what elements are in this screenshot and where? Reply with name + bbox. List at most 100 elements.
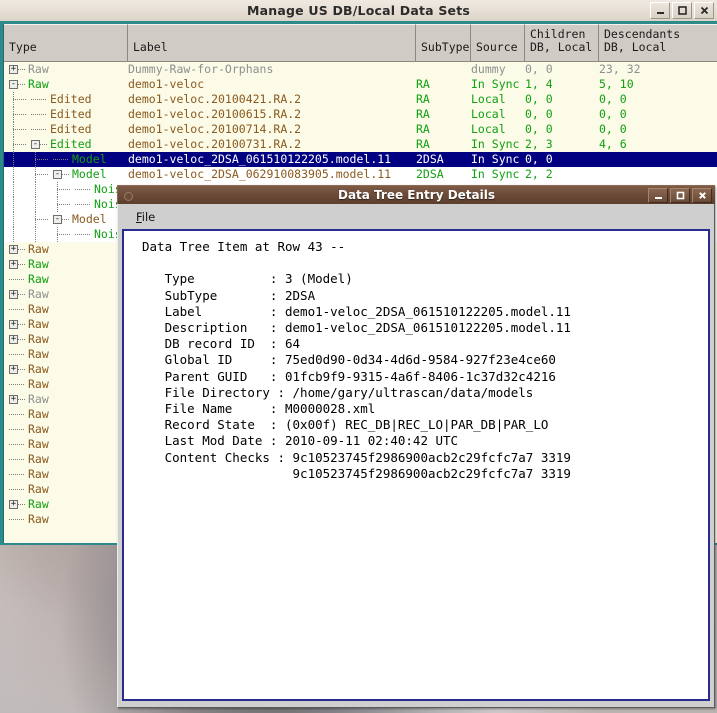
cell-subtype: RA bbox=[416, 137, 430, 151]
cell-descendants: 0, 0 bbox=[599, 92, 627, 106]
table-row[interactable]: + Raw Dummy-Raw-for-Orphans dummy 0, 0 23, 32 bbox=[4, 62, 717, 77]
dialog-close-button[interactable] bbox=[692, 188, 712, 203]
table-row[interactable]: Edited demo1-veloc.20100615.RA.2 RA Local 0,… bbox=[4, 107, 717, 122]
dialog-title: Data Tree Entry Details bbox=[337, 188, 495, 202]
cell-label: demo1-veloc bbox=[128, 77, 205, 91]
cell-label: demo1-veloc.20100615.RA.2 bbox=[128, 107, 302, 121]
cell-label: demo1-veloc_2DSA_061510122205.model.11 bbox=[128, 152, 392, 166]
cell-label: demo1-veloc_2DSA_062910083905.model.11 bbox=[128, 167, 392, 181]
collapse-icon[interactable]: - bbox=[53, 215, 62, 224]
cell-type: + Raw bbox=[4, 287, 128, 302]
row-type-label: Edited bbox=[50, 107, 92, 121]
cell-label: demo1-veloc.20100421.RA.2 bbox=[128, 92, 302, 106]
tree-guide-line bbox=[13, 212, 14, 227]
tree-guide-line bbox=[31, 99, 47, 100]
tree-guide-line bbox=[57, 204, 70, 205]
table-row[interactable]: Edited demo1-veloc.20100714.RA.2 RA Local 0,… bbox=[4, 122, 717, 137]
expand-icon[interactable]: + bbox=[9, 395, 18, 404]
cell-label: demo1-veloc.20100731.RA.2 bbox=[128, 137, 302, 151]
dialog-minimize-button[interactable] bbox=[648, 188, 668, 203]
cell-source: Local bbox=[471, 122, 506, 136]
dialog-titlebar[interactable]: Data Tree Entry Details bbox=[117, 185, 715, 204]
cell-type: + Raw bbox=[4, 392, 128, 407]
cell-descendants: 5, 10 bbox=[599, 77, 634, 91]
tree-guide-line bbox=[9, 444, 25, 445]
cell-descendants: 0, 0 bbox=[599, 122, 627, 136]
tree-guide-line bbox=[18, 369, 25, 370]
expand-icon[interactable]: + bbox=[9, 500, 18, 509]
tree-guide-line bbox=[35, 219, 48, 220]
cell-descendants bbox=[599, 152, 717, 167]
cell-type: Noise bbox=[4, 197, 128, 212]
main-window-titlebar[interactable]: Manage US DB/Local Data Sets bbox=[0, 0, 717, 21]
cell-type: Edited bbox=[4, 122, 128, 137]
row-type-label: Edited bbox=[50, 122, 92, 136]
column-header-children[interactable]: Children DB, Local bbox=[525, 24, 599, 62]
row-type-label: Raw bbox=[28, 377, 49, 391]
minimize-button[interactable] bbox=[650, 2, 670, 19]
cell-type: Raw bbox=[4, 482, 128, 497]
row-type-label: Raw bbox=[28, 242, 49, 256]
tree-guide-line bbox=[31, 129, 47, 130]
column-header-descendants[interactable]: Descendants DB, Local bbox=[599, 24, 717, 62]
row-type-label: Raw bbox=[28, 77, 49, 91]
tree-guide-line bbox=[13, 167, 14, 182]
cell-descendants bbox=[599, 167, 717, 182]
row-type-label: Raw bbox=[28, 257, 49, 271]
table-row[interactable]: - Model demo1-veloc_2DSA_062910083905.mode… bbox=[4, 167, 717, 182]
cell-type: - Edited bbox=[4, 137, 128, 152]
close-button[interactable] bbox=[694, 2, 714, 19]
tree-guide-line bbox=[18, 339, 25, 340]
expand-icon[interactable]: + bbox=[9, 65, 18, 74]
tree-guide-line bbox=[9, 279, 25, 280]
dialog-maximize-button[interactable] bbox=[670, 188, 690, 203]
tree-guide-line bbox=[13, 182, 14, 197]
expand-icon[interactable]: + bbox=[9, 335, 18, 344]
column-header-subtype[interactable]: SubType bbox=[416, 24, 471, 62]
tree-guide-line bbox=[18, 504, 25, 505]
maximize-button[interactable] bbox=[672, 2, 692, 19]
column-header-type[interactable]: Type bbox=[4, 24, 128, 62]
cell-type: Raw bbox=[4, 437, 128, 452]
cell-children: 2, 3 bbox=[525, 137, 553, 151]
cell-type: - Model bbox=[4, 167, 128, 182]
cell-subtype bbox=[416, 62, 471, 77]
table-row[interactable]: Edited demo1-veloc.20100421.RA.2 RA Local 0,… bbox=[4, 92, 717, 107]
tree-guide-line bbox=[75, 204, 91, 205]
cell-type: Model bbox=[4, 152, 128, 167]
column-header-label[interactable]: Label bbox=[128, 24, 416, 62]
cell-type: - Raw bbox=[4, 77, 128, 92]
row-type-label: Raw bbox=[28, 317, 49, 331]
details-text[interactable]: Data Tree Item at Row 43 -- Type : 3 (Mo… bbox=[122, 229, 710, 701]
dialog-body: File Data Tree Item at Row 43 -- Type : … bbox=[117, 204, 715, 708]
expand-icon[interactable]: + bbox=[9, 320, 18, 329]
tree-guide-line bbox=[13, 99, 26, 100]
cell-children: 0, 0 bbox=[525, 122, 553, 136]
collapse-icon[interactable]: - bbox=[31, 140, 40, 149]
row-type-label: Raw bbox=[28, 452, 49, 466]
column-header-source[interactable]: Source bbox=[471, 24, 525, 62]
tree-header-row: Type Label SubType Source Children DB, Local… bbox=[4, 24, 717, 62]
cell-type: + Raw bbox=[4, 257, 128, 272]
table-row[interactable]: Model demo1-veloc_2DSA_061510122205.model… bbox=[4, 152, 717, 167]
expand-icon[interactable]: + bbox=[9, 365, 18, 374]
row-type-label: Raw bbox=[28, 437, 49, 451]
expand-icon[interactable]: + bbox=[9, 290, 18, 299]
cell-type: + Raw bbox=[4, 362, 128, 377]
cell-descendants: 4, 6 bbox=[599, 137, 627, 151]
table-row[interactable]: - Edited demo1-veloc.20100731.RA.2 RA In Syn… bbox=[4, 137, 717, 152]
menu-item-file[interactable]: File bbox=[132, 209, 159, 225]
tree-guide-line bbox=[13, 152, 14, 167]
row-type-label: Raw bbox=[28, 302, 49, 316]
collapse-icon[interactable]: - bbox=[9, 80, 18, 89]
row-type-label: Raw bbox=[28, 62, 49, 76]
collapse-icon[interactable]: - bbox=[53, 170, 62, 179]
cell-type: Noise bbox=[4, 227, 128, 242]
table-row[interactable]: - Raw demo1-veloc RA In Sync 1, 4 5, 10 bbox=[4, 77, 717, 92]
expand-icon[interactable]: + bbox=[9, 245, 18, 254]
expand-icon[interactable]: + bbox=[9, 260, 18, 269]
cell-type: Noise bbox=[4, 182, 128, 197]
dialog-window-controls bbox=[648, 188, 712, 203]
tree-guide-line bbox=[57, 234, 70, 235]
row-type-label: Model bbox=[72, 212, 107, 226]
